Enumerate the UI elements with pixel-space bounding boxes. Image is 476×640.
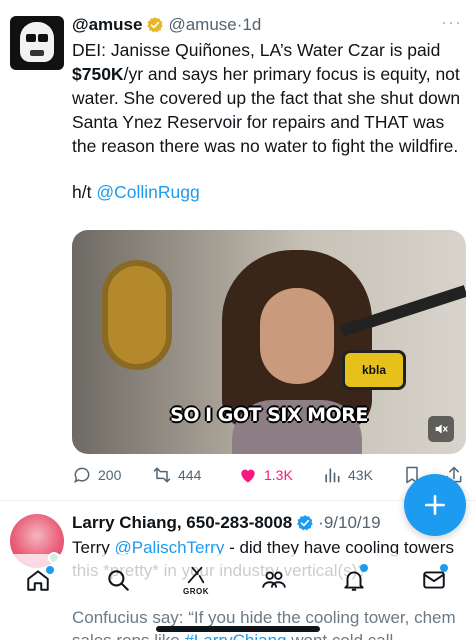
tab-grok[interactable]: GROK (176, 560, 216, 600)
notification-badge (360, 564, 368, 572)
reply-count: 200 (98, 467, 122, 483)
reply-icon (74, 467, 90, 484)
salary-amount: $750K (72, 64, 124, 84)
person-face (260, 288, 334, 384)
tweet-date[interactable]: 9/10/19 (324, 513, 381, 533)
display-name[interactable]: Larry Chiang, 650-283-8008 (72, 513, 292, 533)
display-name[interactable]: @amuse (72, 15, 142, 35)
reply-button[interactable]: 200 (72, 463, 121, 487)
microphone: kbla (342, 350, 406, 390)
hashtag-link[interactable]: #LarryChiang (184, 631, 286, 640)
tab-home[interactable] (18, 560, 58, 600)
communities-icon (262, 571, 286, 588)
mention-link[interactable]: @CollinRugg (96, 182, 199, 202)
grok-icon (187, 566, 205, 584)
avatar[interactable] (10, 16, 64, 70)
view-count: 43K (348, 467, 373, 483)
views-icon (325, 468, 340, 483)
background-decor (102, 260, 172, 370)
hat-tip-prefix: h/t (72, 182, 97, 202)
repost-button[interactable]: 444 (152, 463, 201, 487)
tweet-header: Larry Chiang, 650-283-8008 · 9/10/19 (72, 512, 381, 534)
tweet-text: DEI: Janisse Quiñones, LA’s Water Czar i… (72, 38, 464, 226)
like-count: 1.3K (264, 467, 293, 483)
heart-filled-icon (241, 469, 255, 483)
bottom-tab-bar: GROK (0, 554, 476, 604)
tab-search[interactable] (98, 560, 138, 600)
handle[interactable]: @amuse (168, 15, 236, 35)
notification-badge (440, 564, 448, 572)
tweet-header: @amuse @amuse · 1d (72, 14, 261, 36)
avatar-eye-right (38, 34, 48, 42)
avatar-mouth (30, 50, 44, 56)
compose-button[interactable] (404, 474, 466, 536)
verified-blue-icon (296, 514, 314, 532)
tab-notifications[interactable] (334, 560, 374, 600)
search-icon (108, 570, 129, 591)
notification-badge (46, 566, 54, 574)
tweet-age[interactable]: 1d (242, 15, 261, 35)
mic-label: kbla (361, 363, 386, 377)
tweet-text-continued: Confucius say: “If you hide the cooling … (72, 606, 472, 640)
plus-icon (425, 495, 445, 515)
views-button[interactable]: 43K (322, 463, 373, 487)
verified-gold-icon (146, 16, 164, 34)
text-segment: DEI: Janisse Quiñones, LA’s Water Czar i… (72, 40, 441, 60)
repost-icon (153, 467, 171, 483)
home-indicator (156, 626, 320, 632)
like-button[interactable]: 1.3K (238, 463, 293, 487)
avatar-eye-left (26, 34, 36, 42)
grok-label: GROK (183, 587, 209, 596)
mute-icon[interactable] (428, 416, 454, 442)
tab-communities[interactable] (254, 560, 294, 600)
text-segment: /yr and says her primary focus is equity… (72, 64, 461, 156)
repost-count: 444 (178, 467, 202, 483)
tab-messages[interactable] (414, 560, 454, 600)
text-segment: wont cold call (287, 631, 393, 640)
stormtrooper-mask (20, 22, 54, 62)
video-caption: SO I GOT SIX MORE (170, 404, 368, 426)
more-options-icon[interactable]: ··· (441, 12, 462, 33)
video-player[interactable]: kbla SO I GOT SIX MORE (72, 230, 466, 454)
